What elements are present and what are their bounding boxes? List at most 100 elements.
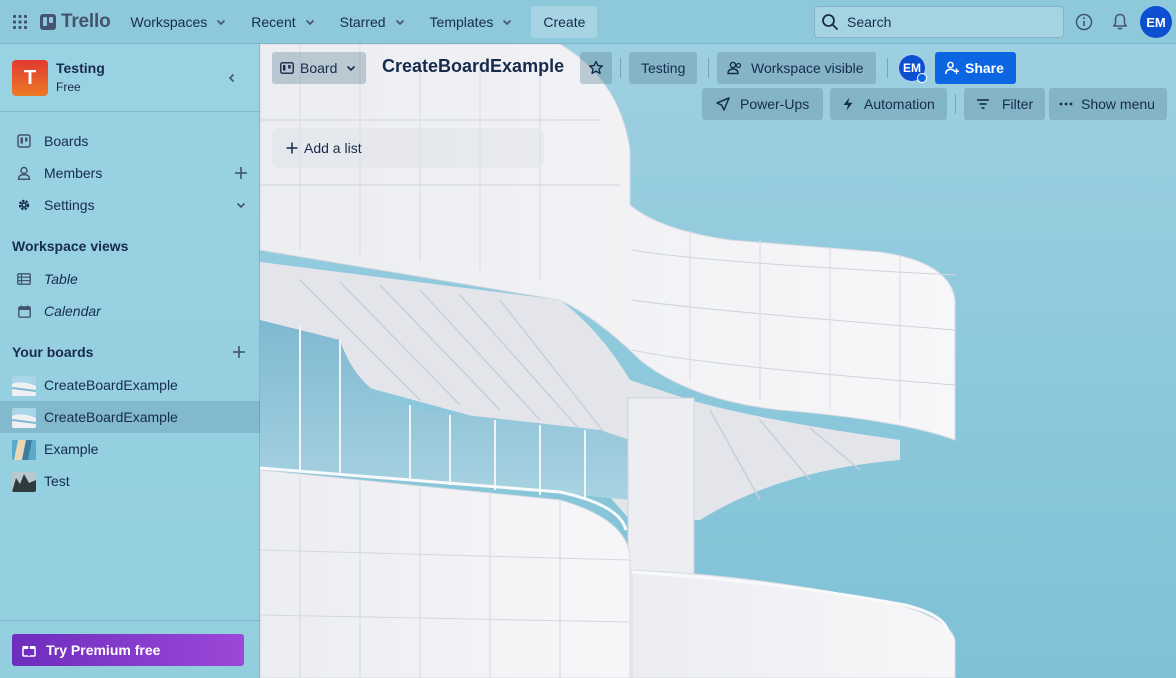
trello-logo-icon — [40, 13, 56, 30]
sidebar-item-label: Calendar — [44, 303, 101, 319]
workspace-plan: Free — [56, 80, 81, 94]
header-divider — [955, 94, 956, 114]
workspace-views-heading: Workspace views — [12, 238, 129, 254]
sidebar-board-label: CreateBoardExample — [44, 409, 178, 425]
sidebar-board-item[interactable]: Example — [0, 433, 260, 465]
automation-label: Automation — [864, 96, 935, 112]
chevron-down-icon — [215, 16, 227, 28]
workspace-name[interactable]: Testing — [56, 60, 105, 76]
plus-icon — [233, 346, 245, 358]
info-icon — [1075, 13, 1093, 31]
filter-icon — [977, 99, 989, 109]
search-icon — [822, 14, 838, 30]
sidebar-item-boards[interactable]: Boards — [0, 125, 260, 157]
account-avatar[interactable]: EM — [1140, 6, 1172, 38]
sidebar-board-item[interactable]: CreateBoardExample — [0, 369, 260, 401]
recent-menu-label: Recent — [251, 13, 296, 30]
visibility-button[interactable]: Workspace visible — [717, 52, 876, 84]
power-ups-button[interactable]: Power-Ups — [702, 88, 824, 120]
sidebar-board-label: Test — [44, 473, 70, 489]
sidebar-item-members[interactable]: Members — [0, 157, 260, 189]
sidebar-item-label: Boards — [44, 133, 89, 149]
workspace-header: T Testing Free — [0, 44, 260, 112]
try-premium-label: Try Premium free — [46, 642, 161, 658]
board-view-label: Board — [300, 60, 338, 76]
lightning-icon — [843, 97, 853, 111]
board-thumbnail — [12, 408, 36, 428]
bell-icon — [1113, 13, 1127, 30]
add-person-icon — [945, 61, 959, 75]
person-icon — [16, 165, 32, 181]
more-icon — [1059, 102, 1073, 106]
plus-icon — [286, 142, 298, 154]
sidebar-item-table[interactable]: Table — [0, 263, 260, 295]
chevron-down-icon — [501, 16, 513, 28]
show-menu-label: Show menu — [1081, 96, 1155, 112]
workspace-sidebar: T Testing Free Boards Members Settings W… — [0, 44, 260, 678]
workspaces-menu-label: Workspaces — [130, 13, 208, 30]
share-button[interactable]: Share — [935, 52, 1016, 84]
board-title[interactable]: CreateBoardExample — [382, 56, 564, 77]
board-thumbnail — [12, 376, 36, 396]
header-divider — [620, 58, 621, 78]
settings-expand-button[interactable] — [232, 196, 250, 214]
recent-menu-button[interactable]: Recent — [241, 6, 325, 38]
board-view-icon — [280, 62, 294, 74]
star-board-button[interactable] — [580, 52, 612, 84]
search-input[interactable]: Search — [814, 6, 1064, 38]
sidebar-item-calendar[interactable]: Calendar — [0, 295, 260, 327]
automation-button[interactable]: Automation — [830, 88, 947, 120]
people-icon — [727, 61, 742, 75]
trello-logo[interactable]: Trello — [40, 6, 111, 38]
sidebar-item-label: Members — [44, 165, 103, 181]
information-button[interactable] — [1072, 10, 1096, 34]
workspace-link-button[interactable]: Testing — [629, 52, 698, 84]
visibility-label: Workspace visible — [751, 60, 864, 76]
sidebar-board-item-active[interactable]: CreateBoardExample — [0, 401, 260, 433]
sidebar-item-label: Settings — [44, 197, 95, 213]
sidebar-board-label: CreateBoardExample — [44, 377, 178, 393]
your-boards-heading: Your boards — [12, 344, 94, 360]
chevron-down-icon — [304, 16, 316, 28]
create-button[interactable]: Create — [531, 5, 598, 38]
board-view-switcher[interactable]: Board — [272, 52, 366, 84]
sidebar-item-settings[interactable]: Settings — [0, 189, 260, 221]
chevron-left-icon — [228, 73, 235, 83]
starred-menu-button[interactable]: Starred — [330, 6, 416, 38]
gear-icon — [16, 197, 32, 213]
share-label: Share — [965, 60, 1004, 76]
top-navigation-bar: Trello Workspaces Recent Starred Templat… — [0, 0, 1176, 44]
sidebar-item-label: Table — [44, 271, 78, 287]
search-placeholder: Search — [847, 14, 892, 30]
try-premium-button[interactable]: Try Premium free — [12, 634, 244, 666]
chevron-down-icon — [236, 202, 246, 209]
header-divider — [887, 58, 888, 78]
app-switcher-button[interactable] — [8, 10, 32, 34]
calendar-icon — [16, 303, 32, 319]
show-menu-button[interactable]: Show menu — [1049, 88, 1167, 120]
filter-button[interactable]: Filter — [964, 88, 1046, 120]
templates-menu-button[interactable]: Templates — [420, 6, 524, 38]
chevron-down-icon — [394, 16, 406, 28]
filter-label: Filter — [1002, 96, 1034, 112]
premium-gift-icon — [22, 643, 36, 657]
table-icon — [16, 271, 32, 287]
chevron-down-icon — [345, 62, 357, 74]
rocket-icon — [716, 97, 730, 111]
star-icon — [589, 60, 603, 75]
add-member-button[interactable] — [232, 164, 250, 182]
workspace-logo: T — [12, 60, 48, 96]
board-icon — [16, 133, 32, 149]
collapse-sidebar-button[interactable] — [222, 68, 242, 88]
workspaces-menu-button[interactable]: Workspaces — [120, 6, 237, 38]
add-list-button[interactable]: Add a list — [272, 128, 544, 168]
add-list-label: Add a list — [304, 140, 362, 156]
create-board-button[interactable] — [230, 343, 248, 361]
sidebar-board-item[interactable]: Test — [0, 465, 260, 497]
sidebar-footer-divider — [0, 620, 260, 621]
notifications-button[interactable] — [1108, 10, 1132, 34]
templates-menu-label: Templates — [429, 13, 494, 30]
header-divider — [708, 58, 709, 78]
board-thumbnail — [12, 472, 36, 492]
plus-icon — [235, 167, 247, 179]
